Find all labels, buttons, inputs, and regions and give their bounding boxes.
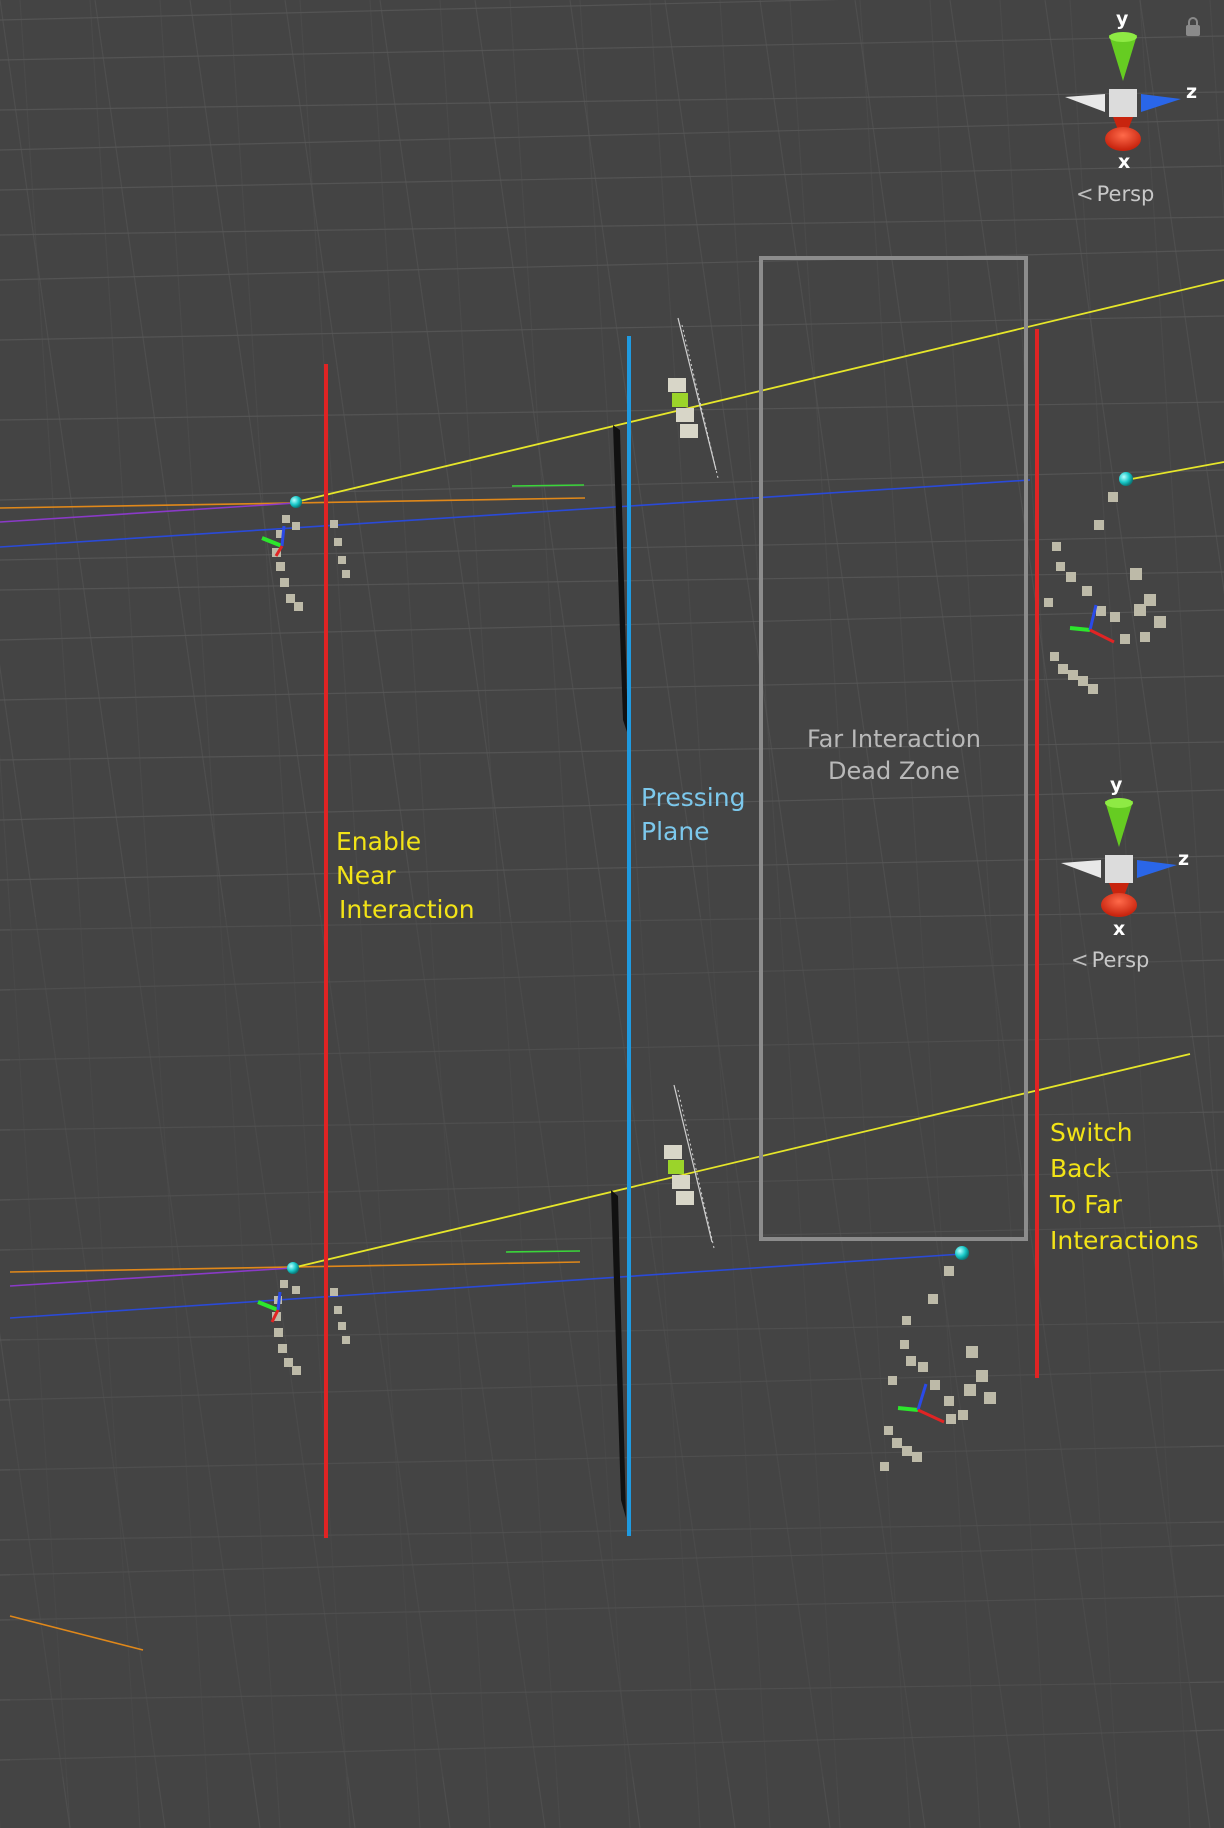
gizmo-y-label: y — [1110, 774, 1123, 796]
green-guide-line — [505, 1250, 581, 1253]
gizmo-z-label: z — [1178, 848, 1190, 870]
grid-line — [0, 535, 1224, 561]
top-view — [0, 279, 1224, 735]
grid-line — [0, 0, 841, 21]
lock-icon[interactable] — [1186, 17, 1200, 36]
grid-line — [0, 35, 1224, 61]
dead-zone-label: Far Interaction Dead Zone — [806, 725, 981, 786]
gizmo-y-label: y — [1116, 8, 1129, 30]
pointer-ray-yellow-right — [1125, 461, 1224, 481]
grid-line — [0, 855, 1224, 881]
scene-canvas[interactable] — [0, 0, 1224, 1828]
gizmo-z-label: z — [1186, 81, 1198, 103]
switch-back-label: Switch Back To Far Interactions — [1050, 1118, 1199, 1255]
persp-toggle[interactable]: < Persp — [1071, 948, 1149, 972]
grid-line — [0, 571, 1224, 591]
hand-ray-blue — [0, 479, 1031, 548]
grid-line — [0, 165, 1224, 191]
grid-line — [0, 675, 1224, 701]
pressing-plane-label: Pressing Plane — [641, 783, 746, 846]
grid-line — [0, 249, 1224, 281]
persp-toggle[interactable]: < Persp — [1076, 182, 1154, 206]
grid-line — [0, 401, 1224, 421]
gizmo-x-label: x — [1113, 918, 1126, 940]
button-stack — [668, 317, 719, 479]
enable-near-label: Enable Near Interaction — [336, 827, 475, 924]
scene-gizmo-icon[interactable] — [1065, 32, 1181, 151]
chevron-left-icon: < — [1076, 182, 1094, 206]
grid-line — [0, 119, 1224, 151]
grid-line — [0, 789, 1224, 821]
grid-line — [0, 741, 1224, 761]
bottom-view-panel — [10, 917, 1190, 1777]
hand-joint-icon — [1044, 472, 1166, 694]
grid-line — [0, 91, 1224, 111]
scene-view[interactable]: y z x < Persp y z x < Persp Enable Near In… — [0, 0, 1224, 1828]
green-guide-line — [511, 484, 585, 487]
grid-line — [0, 216, 1224, 236]
grid-line — [0, 315, 1224, 341]
grid-line — [1209, 0, 1224, 223]
gizmo-x-label: x — [1118, 151, 1131, 173]
chevron-left-icon: < — [1071, 948, 1089, 972]
